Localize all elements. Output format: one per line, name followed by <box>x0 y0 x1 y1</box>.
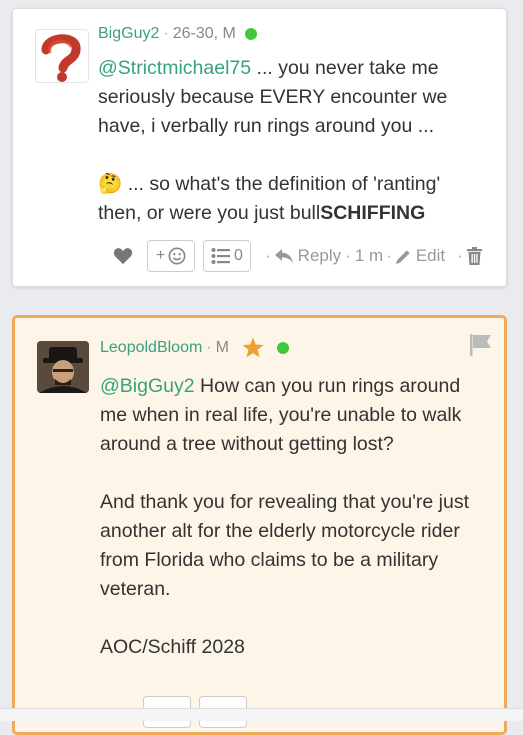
edit-button[interactable]: Edit <box>395 246 445 266</box>
trash-icon <box>466 247 482 265</box>
list-icon <box>211 248 231 264</box>
username-link[interactable]: BigGuy2 <box>98 25 159 43</box>
separator-dot: · <box>457 246 463 265</box>
post-body: @Strictmichael75 ... you never take me s… <box>98 54 488 228</box>
add-reaction-button[interactable]: + <box>147 240 195 272</box>
flag-icon <box>470 334 491 356</box>
thinking-face-emoji: 🤔 <box>98 173 123 195</box>
reply-button[interactable]: Reply <box>274 246 341 266</box>
edit-label: Edit <box>415 246 446 265</box>
separator-dot: · <box>163 25 169 42</box>
online-status-icon <box>276 341 289 354</box>
post-card-highlighted: LeopoldBloom · M @BigGuy2 How can you ru… <box>12 315 507 735</box>
post-card: BigGuy2 · 26-30, M @Strictmichael75 ... … <box>12 8 507 287</box>
heart-icon <box>113 248 133 265</box>
pencil-icon <box>395 249 410 264</box>
mention-link[interactable]: @BigGuy2 <box>100 375 195 397</box>
post-header: LeopoldBloom · M <box>100 337 289 358</box>
user-meta: M <box>215 338 229 356</box>
username-link[interactable]: LeopoldBloom <box>100 339 202 357</box>
post-paragraph: 🤔 ... so what's the definition of 'ranti… <box>98 170 488 228</box>
avatar[interactable] <box>35 29 89 83</box>
add-reaction-label: + <box>155 247 166 264</box>
post-paragraph: And thank you for revealing that you're … <box>100 491 470 600</box>
online-status-icon <box>244 28 257 40</box>
list-count: 0 <box>234 247 243 264</box>
separator-dot: · <box>345 246 351 265</box>
avatar[interactable] <box>37 341 89 393</box>
separator-dot: · <box>386 246 392 265</box>
post-body: @BigGuy2 How can you run rings around me… <box>100 372 480 662</box>
reply-icon <box>274 249 293 263</box>
flag-button[interactable] <box>469 333 493 362</box>
post-time: 1 m <box>354 246 384 265</box>
mention-link[interactable]: @Strictmichael75 <box>98 57 251 79</box>
post-paragraph: AOC/Schiff 2028 <box>100 636 245 658</box>
list-button[interactable]: 0 <box>203 240 251 272</box>
delete-button[interactable] <box>466 247 482 265</box>
star-icon <box>242 337 264 358</box>
post-paragraph: @Strictmichael75 ... you never take me s… <box>98 54 488 141</box>
question-mark-avatar-icon <box>41 34 81 82</box>
separator-dot: · <box>265 246 271 265</box>
post-actions: + 0 · Reply · 1 m · Edit · <box>113 240 482 272</box>
reply-label: Reply <box>297 246 342 265</box>
separator-dot: · <box>206 338 212 356</box>
user-photo-avatar-icon <box>37 341 89 393</box>
like-button[interactable] <box>113 247 133 265</box>
user-meta: 26-30, M <box>172 25 236 42</box>
post-header: BigGuy2 · 26-30, M <box>98 25 257 43</box>
browser-address-bar[interactable] <box>0 708 523 721</box>
bold-text: SCHIFFING <box>320 202 426 224</box>
post-paragraph: @BigGuy2 How can you run rings around me… <box>100 372 480 459</box>
smiley-icon <box>168 247 186 265</box>
